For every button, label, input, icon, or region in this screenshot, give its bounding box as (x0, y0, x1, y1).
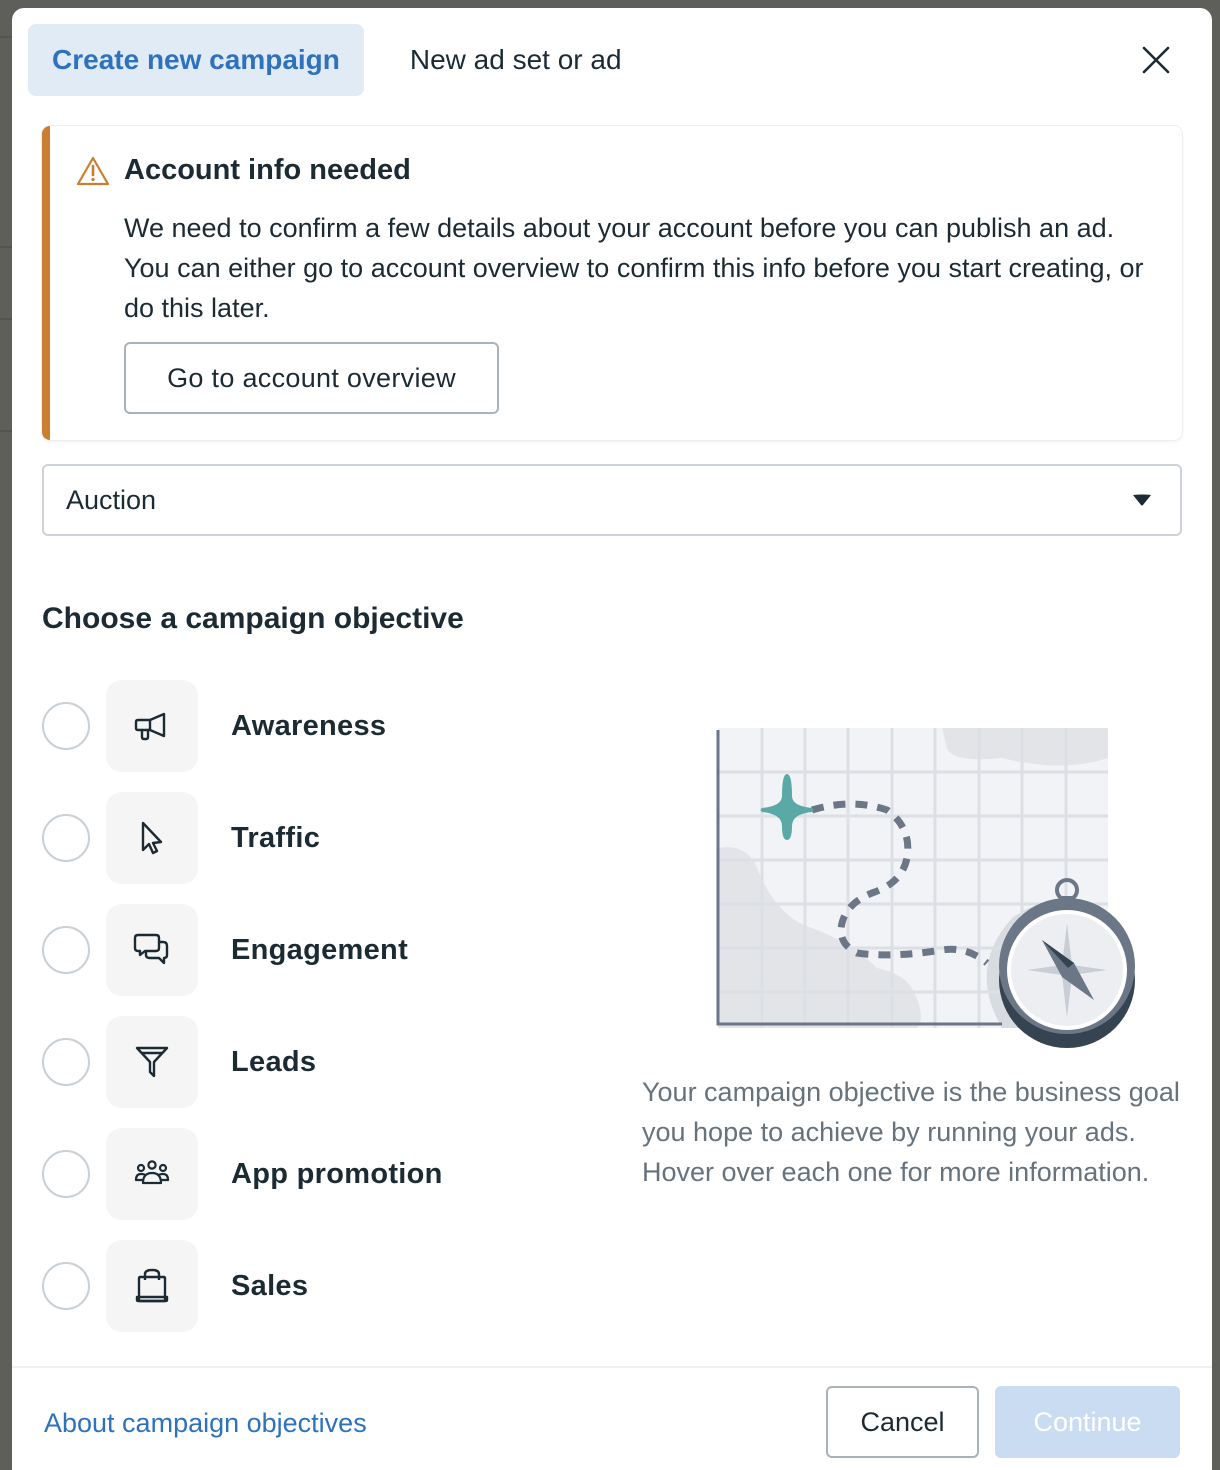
close-button[interactable] (1138, 42, 1174, 78)
objective-label: Awareness (231, 709, 387, 742)
objective-icon-tile (106, 1128, 198, 1220)
map-compass-illustration (716, 728, 1135, 1048)
warning-triangle-icon (76, 156, 110, 186)
objective-description: Your campaign objective is the business … (642, 1077, 1180, 1187)
objective-radio[interactable] (42, 814, 90, 862)
account-info-alert: Account info needed We need to confirm a… (42, 126, 1182, 440)
dialog-tabs: Create new campaign New ad set or ad (28, 24, 646, 96)
objective-icon-tile (106, 1240, 198, 1332)
cursor-icon (141, 821, 163, 855)
objective-list: Awareness Traffic Engagement Leads App p… (42, 680, 602, 1352)
continue-button[interactable]: Continue (995, 1386, 1180, 1458)
buying-type-value: Auction (66, 484, 157, 515)
objective-icon-tile (106, 904, 198, 996)
dialog-footer: About campaign objectives Cancel Continu… (12, 1366, 1212, 1470)
objective-option-app-promotion[interactable]: App promotion (42, 1128, 602, 1220)
background-divider (0, 318, 12, 320)
objective-section-title: Choose a campaign objective (42, 602, 464, 635)
objective-label: Leads (231, 1045, 317, 1078)
megaphone-icon (134, 712, 166, 741)
objective-radio[interactable] (42, 926, 90, 974)
objective-option-sales[interactable]: Sales (42, 1240, 602, 1332)
objective-icon-tile (106, 792, 198, 884)
shopping-bag-icon (135, 1268, 169, 1303)
tab-new-ad-set-or-ad[interactable]: New ad set or ad (386, 24, 646, 96)
create-campaign-dialog: Create new campaign New ad set or ad Acc… (12, 8, 1212, 1470)
cancel-button[interactable]: Cancel (826, 1386, 979, 1458)
objective-icon-tile (106, 1016, 198, 1108)
alert-accent-bar (42, 126, 50, 440)
go-to-account-overview-button[interactable]: Go to account overview (124, 342, 499, 414)
people-group-icon (134, 1160, 170, 1185)
alert-title: Account info needed (124, 154, 411, 186)
about-campaign-objectives-link[interactable]: About campaign objectives (44, 1408, 367, 1439)
objective-option-traffic[interactable]: Traffic (42, 792, 602, 884)
objective-option-leads[interactable]: Leads (42, 1016, 602, 1108)
objective-label: Sales (231, 1269, 309, 1302)
objective-option-awareness[interactable]: Awareness (42, 680, 602, 772)
objective-option-engagement[interactable]: Engagement (42, 904, 602, 996)
objective-label: Traffic (231, 821, 321, 854)
funnel-icon (135, 1046, 169, 1078)
caret-down-icon (1133, 494, 1151, 506)
objective-radio[interactable] (42, 1262, 90, 1310)
tab-create-new-campaign[interactable]: Create new campaign (28, 24, 364, 96)
objective-radio[interactable] (42, 702, 90, 750)
buying-type-dropdown[interactable]: Auction (42, 464, 1182, 536)
alert-message: We need to confirm a few details about y… (124, 213, 1144, 323)
background-divider (0, 36, 12, 38)
close-icon (1142, 46, 1170, 74)
objective-icon-tile (106, 680, 198, 772)
background-divider (0, 430, 12, 432)
objective-radio[interactable] (42, 1150, 90, 1198)
objective-label: Engagement (231, 933, 409, 966)
objective-radio[interactable] (42, 1038, 90, 1086)
objective-label: App promotion (231, 1157, 443, 1190)
background-divider (0, 246, 12, 248)
chat-bubbles-icon (133, 933, 169, 965)
